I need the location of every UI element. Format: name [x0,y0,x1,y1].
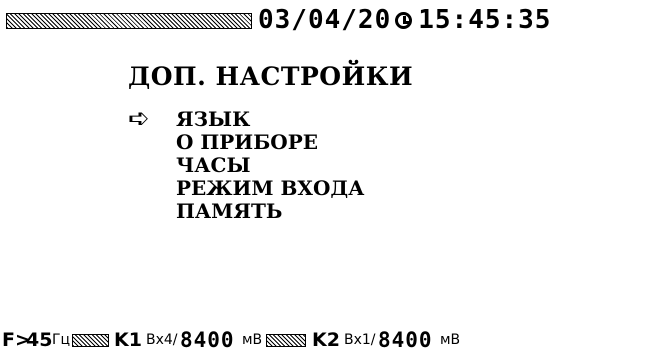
channel-k1-unit: мВ [242,332,263,348]
status-hatch-bar [266,334,306,347]
bottom-status-bar: F> 45 Гц K1 Вх4/ 8400 мВ K2 Вх1/ 8400 мВ [0,327,654,353]
channel-k1-label: K1 [114,329,142,351]
channel-k2-value: 8400 [378,328,433,352]
date-text: 03/04/20 [258,5,392,35]
channel-k2-unit: мВ [440,332,461,348]
menu-item-label: ПАМЯТЬ [176,199,283,223]
time-text: 15:45:35 [418,5,552,35]
status-hatch-bar [72,334,109,347]
menu-item-label: ЧАСЫ [176,153,251,177]
channel-k1-input: Вх4/ [146,332,178,348]
arrow-right-icon: ➪ [128,104,150,134]
frequency-value: 45 [26,329,53,351]
clock-icon [395,11,413,29]
menu-item-clock[interactable]: ЧАСЫ [128,154,364,177]
datetime-display: 03/04/20 15:45:35 [258,5,551,35]
menu-item-label: ЯЗЫК [176,107,251,131]
device-screen: 03/04/20 15:45:35 ДОП. НАСТРОЙКИ ➪ ЯЗЫК … [0,0,654,356]
menu-item-about[interactable]: О ПРИБОРЕ [128,131,364,154]
page-title: ДОП. НАСТРОЙКИ [128,62,414,91]
channel-k2-label: K2 [312,329,340,351]
menu-item-label: РЕЖИМ ВХОДА [176,176,365,200]
channel-k2-input: Вх1/ [344,332,376,348]
menu-item-input-mode[interactable]: РЕЖИМ ВХОДА [128,177,364,200]
menu-item-label: О ПРИБОРЕ [176,130,319,154]
channel-k1-value: 8400 [180,328,235,352]
frequency-unit: Гц [52,332,71,348]
status-hatch-bar [6,13,252,29]
menu-item-memory[interactable]: ПАМЯТЬ [128,200,364,223]
settings-menu: ➪ ЯЗЫК О ПРИБОРЕ ЧАСЫ РЕЖИМ ВХОДА ПАМЯТЬ [128,104,364,223]
menu-item-language[interactable]: ➪ ЯЗЫК [128,104,364,134]
